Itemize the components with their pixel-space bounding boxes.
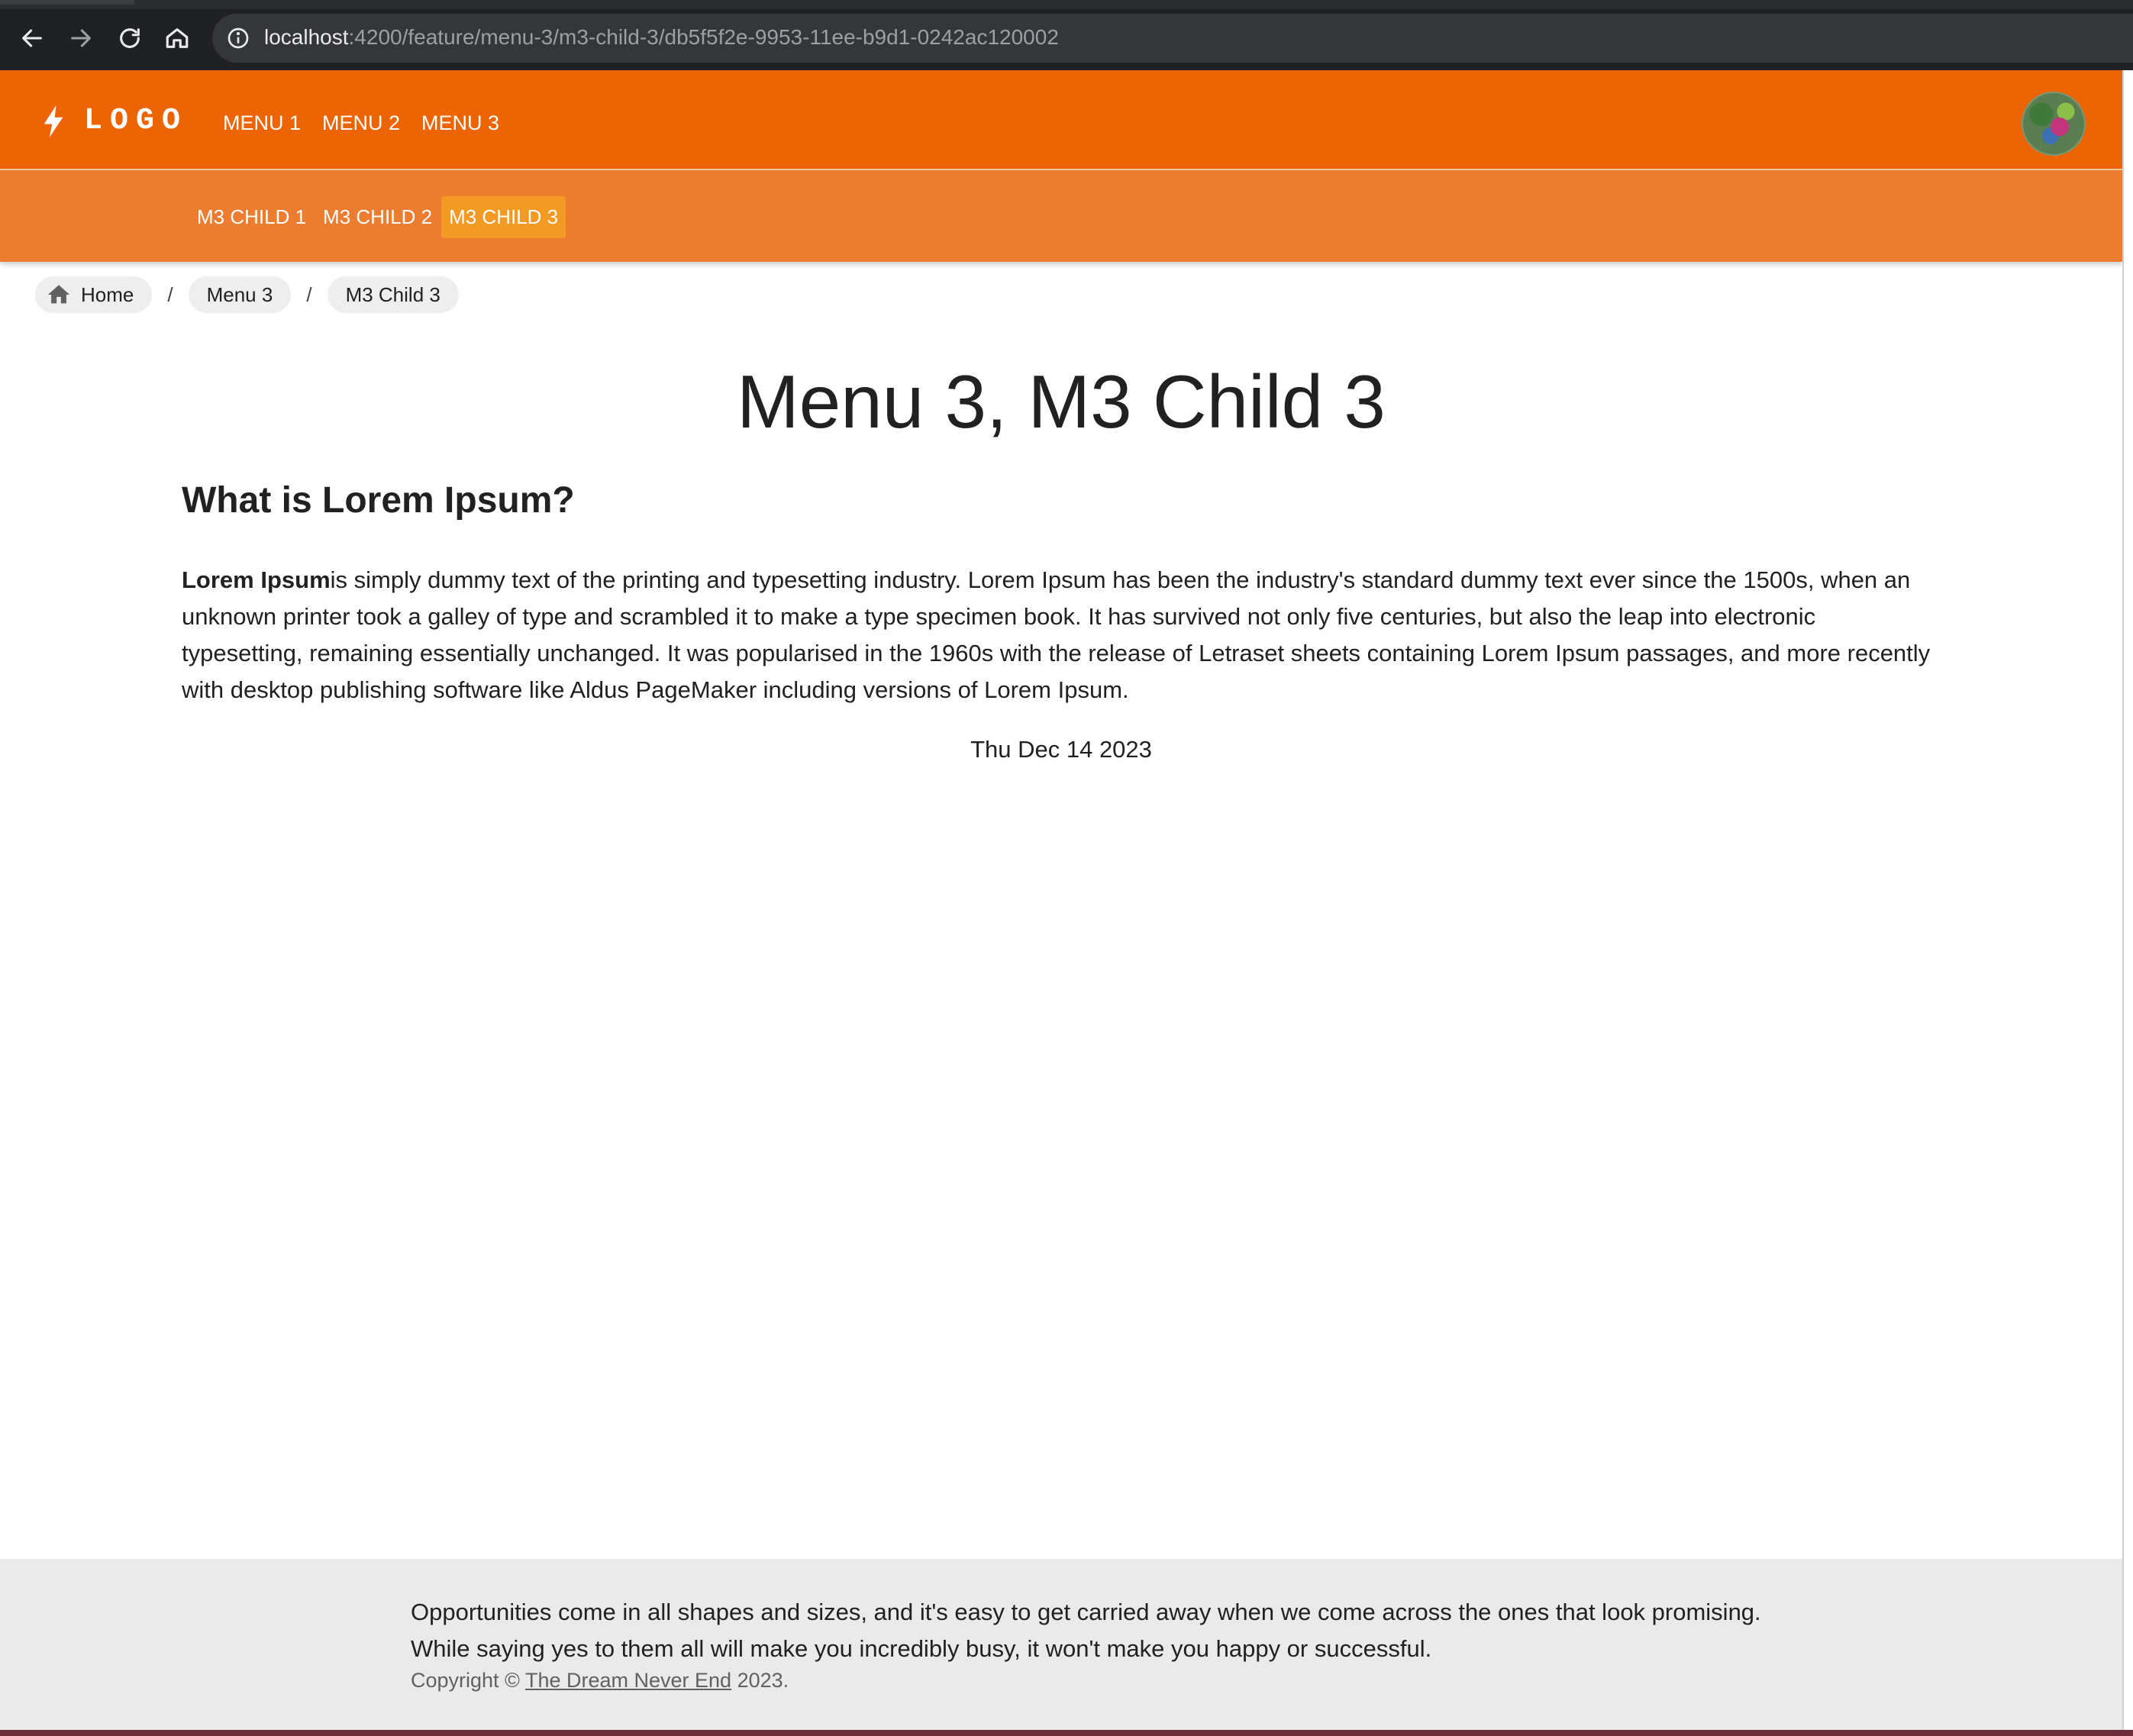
footer-copyright: Copyright © The Dream Never End 2023. (411, 1669, 789, 1692)
sub-menu: M3 CHILD 1 M3 CHILD 2 M3 CHILD 3 (189, 196, 567, 238)
breadcrumb: Home / Menu 3 / M3 Child 3 (35, 276, 459, 313)
tab-strip (0, 0, 2133, 9)
main-toolbar: LOGO MENU 1 MENU 2 MENU 3 (0, 70, 2122, 169)
sub-menu-item-m3-child-2[interactable]: M3 CHILD 2 (315, 196, 440, 238)
copyright-prefix: Copyright © (411, 1669, 520, 1692)
bolt-icon (44, 105, 63, 137)
section-heading: What is Lorem Ipsum? (182, 480, 575, 521)
logo[interactable]: LOGO (41, 104, 188, 138)
breadcrumb-menu-3[interactable]: Menu 3 (188, 276, 292, 313)
url-text: localhost:4200/feature/menu-3/m3-child-3… (264, 25, 1059, 50)
forward-button[interactable] (63, 20, 99, 56)
menu-item-2[interactable]: MENU 2 (311, 105, 411, 141)
back-button[interactable] (14, 20, 50, 56)
breadcrumb-home[interactable]: Home (35, 276, 153, 313)
footer-quote: Opportunities come in all shapes and siz… (411, 1599, 1761, 1662)
logo-text: LOGO (84, 104, 189, 138)
page-title: Menu 3, M3 Child 3 (737, 360, 1386, 444)
breadcrumb-home-label: Home (81, 282, 134, 306)
main-menu: MENU 1 MENU 2 MENU 3 (212, 105, 510, 141)
breadcrumb-m3-child-3[interactable]: M3 Child 3 (327, 276, 459, 313)
breadcrumb-separator: / (167, 282, 173, 306)
footer: Opportunities come in all shapes and siz… (0, 1559, 2122, 1736)
menu-item-3[interactable]: MENU 3 (411, 105, 510, 141)
address-bar[interactable]: localhost:4200/feature/menu-3/m3-child-3… (212, 14, 2133, 63)
window-right-edge (2122, 70, 2133, 1736)
reload-button[interactable] (111, 20, 148, 56)
date-text: Thu Dec 14 2023 (970, 736, 1152, 763)
paragraph-bold-lead: Lorem Ipsum (182, 566, 331, 593)
menu-item-1[interactable]: MENU 1 (212, 105, 311, 141)
sub-menu-item-m3-child-3[interactable]: M3 CHILD 3 (441, 196, 566, 238)
active-tab-indicator (0, 0, 134, 5)
browser-home-button[interactable] (159, 20, 195, 56)
info-icon[interactable] (226, 26, 250, 50)
body-paragraph: Lorem Ipsumis simply dummy text of the p… (182, 562, 1938, 708)
reload-icon (120, 28, 140, 48)
browser-chrome: localhost:4200/feature/menu-3/m3-child-3… (0, 0, 2133, 70)
url-host: localhost (264, 25, 349, 49)
sub-menu-item-m3-child-1[interactable]: M3 CHILD 1 (189, 196, 314, 238)
sub-toolbar: M3 CHILD 1 M3 CHILD 2 M3 CHILD 3 (0, 170, 2122, 262)
home-icon (166, 28, 189, 48)
window-bottom-edge (0, 1730, 2133, 1736)
avatar[interactable] (2022, 92, 2086, 156)
arrow-left-icon (22, 29, 42, 47)
copyright-year: 2023. (737, 1669, 789, 1692)
breadcrumb-separator: / (306, 282, 312, 306)
copyright-link[interactable]: The Dream Never End (525, 1669, 731, 1692)
paragraph-text: is simply dummy text of the printing and… (182, 566, 1931, 703)
home-icon (47, 285, 70, 304)
arrow-right-icon (71, 29, 91, 47)
url-path: :4200/feature/menu-3/m3-child-3/db5f5f2e… (348, 25, 1059, 49)
